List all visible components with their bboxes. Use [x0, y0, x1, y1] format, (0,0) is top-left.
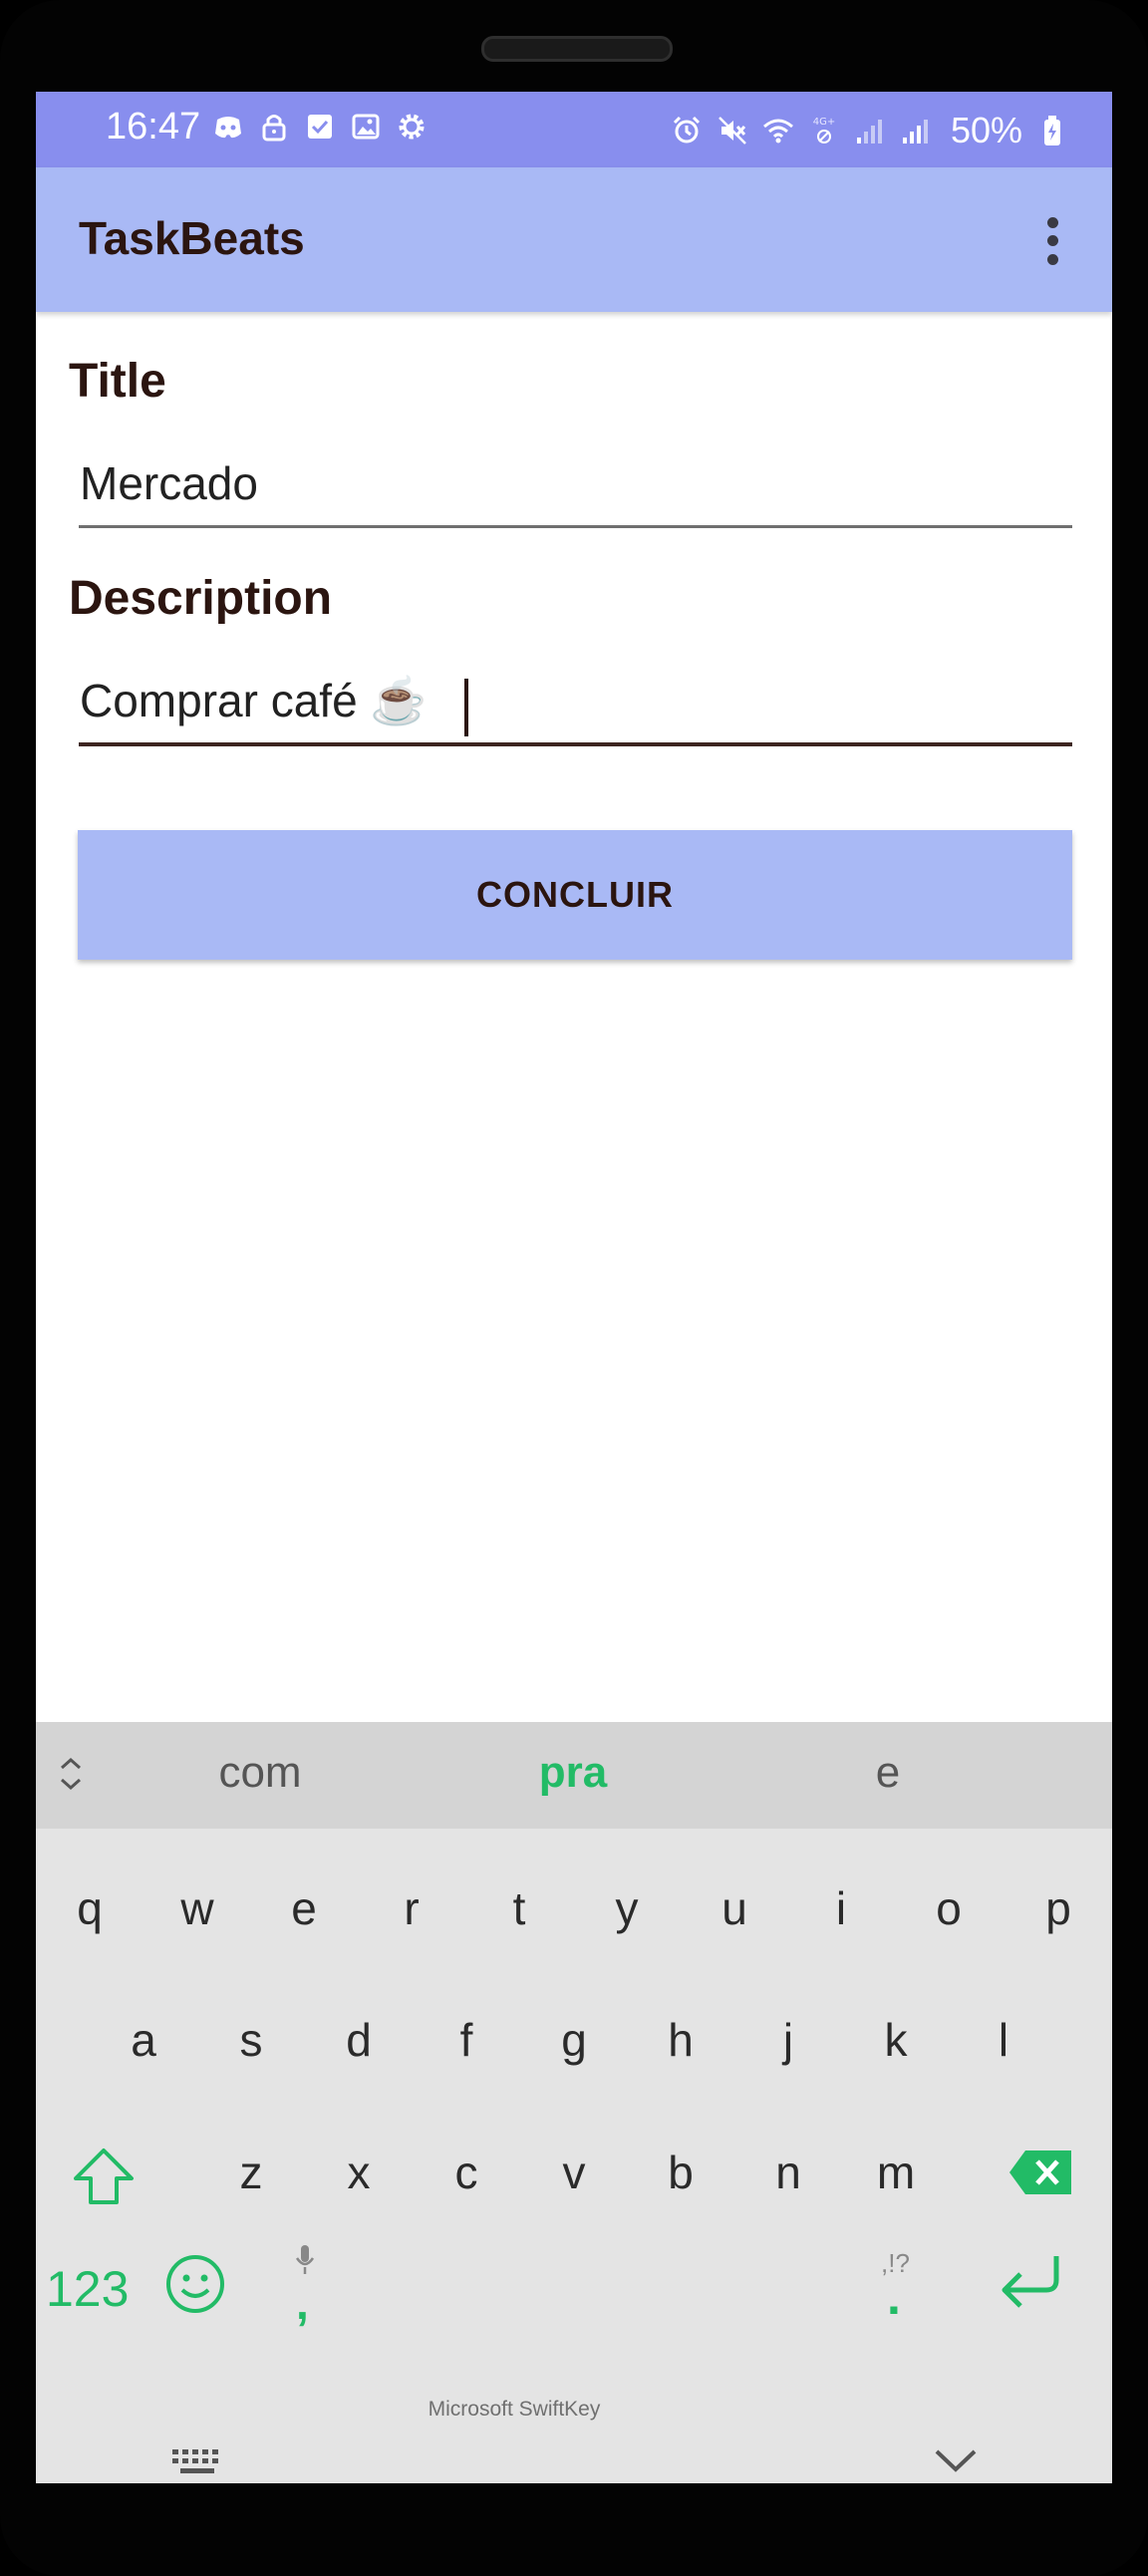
- key-h[interactable]: h: [668, 2013, 694, 2067]
- key-c[interactable]: c: [455, 2146, 478, 2199]
- battery-percent: 50%: [951, 110, 1023, 150]
- mute-icon: [716, 114, 749, 147]
- title-input[interactable]: [79, 447, 1073, 519]
- key-b[interactable]: b: [668, 2146, 694, 2199]
- battery-charging-icon: [1034, 114, 1068, 147]
- phone-frame: 16:47 4G+ 50% TaskBeats Title Mercado De…: [0, 0, 1148, 2576]
- signal-icon: [853, 114, 887, 147]
- key-k[interactable]: k: [885, 2013, 908, 2067]
- text-cursor: [464, 679, 468, 736]
- title-field[interactable]: [79, 447, 1073, 528]
- backspace-icon[interactable]: [1007, 2148, 1075, 2196]
- key-t[interactable]: t: [513, 1881, 526, 1935]
- status-right-icons: 4G+ 50%: [670, 110, 1068, 151]
- earpiece-speaker: [481, 36, 673, 62]
- status-left-icons: [211, 110, 429, 143]
- key-v[interactable]: v: [563, 2146, 586, 2199]
- comma-key[interactable]: ,: [296, 2276, 309, 2330]
- alarm-icon: [670, 114, 704, 147]
- description-field[interactable]: [79, 665, 1073, 746]
- svg-text:4G+: 4G+: [813, 117, 836, 128]
- expand-toolbar-icon[interactable]: [54, 1752, 88, 1796]
- key-i[interactable]: i: [836, 1881, 846, 1935]
- concluir-button[interactable]: CONCLUIR: [78, 830, 1072, 960]
- numbers-key[interactable]: 123: [46, 2260, 129, 2318]
- signal-icon: [899, 114, 933, 147]
- suggestion-bar: com pra e: [36, 1722, 1112, 1829]
- key-z[interactable]: z: [240, 2146, 263, 2199]
- app-bar: TaskBeats: [36, 167, 1112, 312]
- key-o[interactable]: o: [936, 1881, 962, 1935]
- checkbox-icon: [303, 110, 337, 143]
- more-vert-icon[interactable]: [1032, 213, 1072, 269]
- status-time: 16:47: [106, 106, 201, 147]
- period-key[interactable]: .: [887, 2268, 901, 2326]
- screen: 16:47 4G+ 50% TaskBeats Title Mercado De…: [36, 92, 1112, 2483]
- description-label: Description: [69, 572, 333, 625]
- suggestion-item[interactable]: e: [876, 1748, 900, 1798]
- status-bar: 16:47 4G+ 50%: [36, 92, 1112, 167]
- key-j[interactable]: j: [783, 2013, 793, 2067]
- settings-icon: [395, 110, 429, 143]
- discord-icon: [211, 110, 245, 143]
- key-s[interactable]: s: [240, 2013, 263, 2067]
- app-title: TaskBeats: [79, 212, 305, 264]
- key-w[interactable]: w: [180, 1881, 213, 1935]
- key-u[interactable]: u: [721, 1881, 747, 1935]
- key-q[interactable]: q: [77, 1881, 103, 1935]
- suggestion-item[interactable]: pra: [539, 1748, 607, 1798]
- hide-keyboard-icon[interactable]: [931, 2445, 981, 2475]
- 4g-icon: 4G+: [807, 114, 841, 147]
- keyboard-switch-icon[interactable]: [170, 2447, 224, 2477]
- emoji-icon[interactable]: [163, 2252, 227, 2316]
- microphone-icon[interactable]: [294, 2243, 316, 2277]
- suggestion-item[interactable]: com: [218, 1748, 301, 1798]
- shift-icon[interactable]: [72, 2147, 136, 2206]
- enter-icon[interactable]: [995, 2250, 1064, 2314]
- description-input[interactable]: [79, 665, 1073, 736]
- key-n[interactable]: n: [775, 2146, 801, 2199]
- spacebar-label: Microsoft SwiftKey: [428, 2398, 601, 2421]
- key-x[interactable]: x: [348, 2146, 371, 2199]
- key-p[interactable]: p: [1045, 1881, 1071, 1935]
- title-label: Title: [69, 355, 166, 408]
- wifi-icon: [761, 114, 795, 147]
- lock-icon: [257, 110, 291, 143]
- key-a[interactable]: a: [131, 2013, 156, 2067]
- keyboard: com pra e q w e r t y u i o p a s d f g …: [36, 1722, 1112, 2483]
- key-f[interactable]: f: [460, 2013, 473, 2067]
- key-r[interactable]: r: [404, 1881, 419, 1935]
- key-y[interactable]: y: [616, 1881, 639, 1935]
- key-e[interactable]: e: [291, 1881, 317, 1935]
- key-g[interactable]: g: [561, 2013, 587, 2067]
- key-d[interactable]: d: [346, 2013, 372, 2067]
- image-icon: [349, 110, 383, 143]
- key-m[interactable]: m: [877, 2146, 915, 2199]
- key-l[interactable]: l: [999, 2013, 1008, 2067]
